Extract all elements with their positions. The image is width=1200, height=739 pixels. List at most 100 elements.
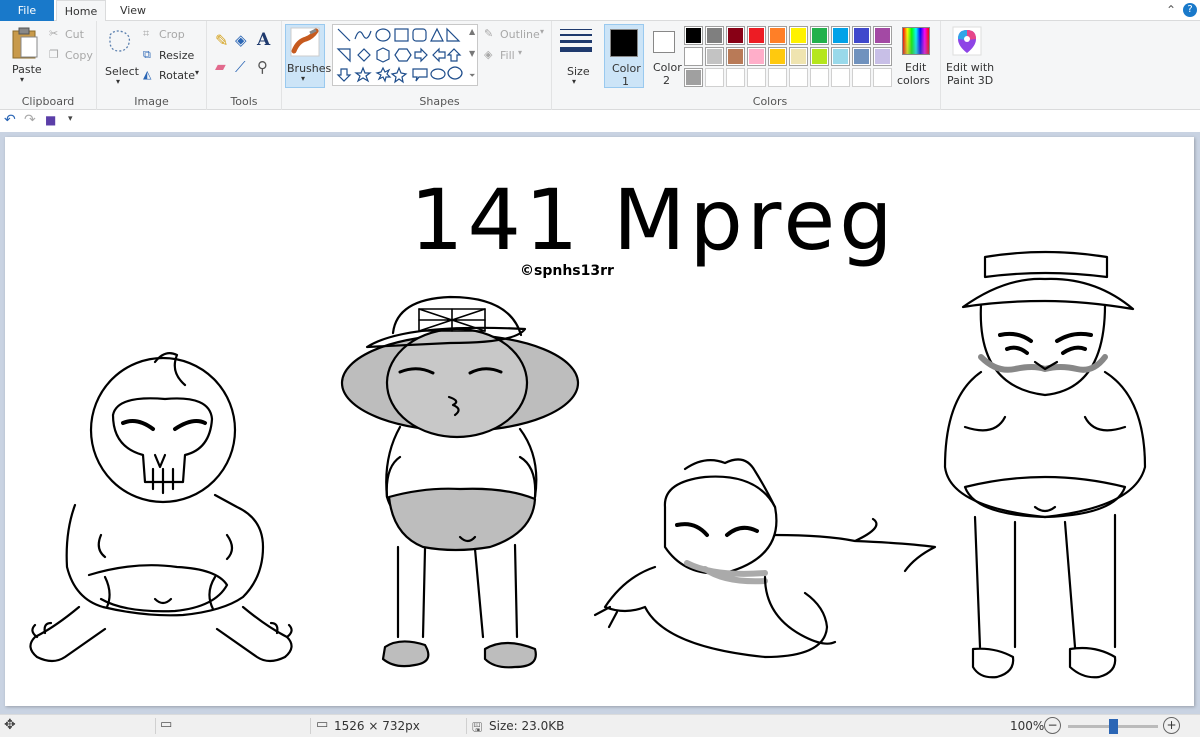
palette-swatch[interactable] xyxy=(768,47,787,66)
palette-swatch[interactable] xyxy=(810,47,829,66)
palette-swatch[interactable] xyxy=(726,68,745,87)
palette-swatch[interactable] xyxy=(705,68,724,87)
collapse-ribbon-icon[interactable]: ⌃ xyxy=(1166,3,1176,17)
select-button[interactable]: Select ▾ xyxy=(103,25,139,87)
drawing: 141 Mpreg ©spnhs13rr xyxy=(29,171,1147,679)
zoom-out-button[interactable]: − xyxy=(1044,717,1061,734)
palette-swatch[interactable] xyxy=(789,26,808,45)
customize-qat-icon[interactable]: ▾ xyxy=(68,114,73,124)
brushes-button[interactable]: Brushes ▾ xyxy=(285,24,331,88)
size-button[interactable]: Size ▾ xyxy=(556,25,596,87)
undo-icon[interactable]: ↶ xyxy=(4,112,16,128)
gallery-expand-icon[interactable]: ⏷ xyxy=(469,71,475,81)
copy-icon: ❐ xyxy=(49,48,59,61)
palette-swatch[interactable] xyxy=(768,26,787,45)
fill-icon: ◈ xyxy=(484,48,493,61)
brushes-label: Brushes xyxy=(287,62,332,75)
zoom-slider-thumb[interactable] xyxy=(1108,719,1118,734)
outline-icon: ✎ xyxy=(484,27,494,40)
gallery-scroll-up-icon[interactable]: ▲ xyxy=(469,27,475,36)
palette-swatch[interactable] xyxy=(747,26,766,45)
tools-group-label: Tools xyxy=(230,95,258,108)
shapes-group-label: Shapes xyxy=(419,95,460,108)
copy-label: Copy xyxy=(65,49,93,62)
help-icon[interactable]: ? xyxy=(1183,3,1197,17)
shapes-gallery-icons xyxy=(336,27,463,84)
tab-view[interactable]: View xyxy=(110,0,156,21)
text-tool-icon[interactable]: A xyxy=(257,30,270,50)
zoom-in-button[interactable]: + xyxy=(1163,717,1180,734)
fill-label: Fill xyxy=(500,49,515,62)
rotate-dropdown-icon: ▾ xyxy=(195,68,200,77)
palette-swatch[interactable] xyxy=(705,47,724,66)
tab-file[interactable]: File xyxy=(0,0,54,21)
select-icon xyxy=(109,30,131,52)
drawing-canvas[interactable]: 141 Mpreg ©spnhs13rr xyxy=(5,137,1194,706)
color2-button[interactable]: Color 2 xyxy=(646,24,686,88)
colors-group-label: Colors xyxy=(752,95,788,108)
paste-dropdown-icon: ▾ xyxy=(20,75,25,84)
cut-label: Cut xyxy=(65,28,84,41)
palette-swatch[interactable] xyxy=(684,47,703,66)
shapes-gallery[interactable]: ▲ ▼ ⏷ xyxy=(332,24,478,86)
magnifier-icon[interactable]: ⚲ xyxy=(257,58,268,76)
edit-with-paint3d-button[interactable]: Edit with Paint 3D xyxy=(943,24,994,88)
canvas-size-icon: ▭ xyxy=(316,717,329,732)
color1-button[interactable]: Color 1 xyxy=(604,24,644,88)
palette-swatch[interactable] xyxy=(873,26,892,45)
paint3d-group: Edit with Paint 3D xyxy=(940,21,994,110)
edit-colors-label-2: colors xyxy=(897,74,930,87)
gallery-scroll-down-icon[interactable]: ▼ xyxy=(469,49,475,58)
palette-swatch[interactable] xyxy=(873,68,892,87)
palette-swatch[interactable] xyxy=(768,68,787,87)
palette-swatch[interactable] xyxy=(789,47,808,66)
palette-swatch[interactable] xyxy=(831,68,850,87)
drawing-title: 141 Mpreg xyxy=(410,171,897,269)
canvas-area: 141 Mpreg ©spnhs13rr xyxy=(0,132,1200,714)
file-size: Size: 23.0KB xyxy=(489,719,565,733)
palette-swatch[interactable] xyxy=(705,26,724,45)
tab-home[interactable]: Home xyxy=(56,0,106,22)
palette-swatch[interactable] xyxy=(747,47,766,66)
palette-swatch[interactable] xyxy=(810,68,829,87)
outline-dropdown-icon: ▾ xyxy=(540,27,545,36)
resize-label: Resize xyxy=(159,49,195,62)
palette-swatch[interactable] xyxy=(831,26,850,45)
resize-icon: ⧉ xyxy=(143,48,151,61)
resize-button[interactable]: ⧉ Resize xyxy=(143,48,203,64)
color-picker-icon[interactable]: ⟋ xyxy=(235,58,246,76)
fill-bucket-icon[interactable]: ◈ xyxy=(235,31,247,49)
palette-swatch[interactable] xyxy=(684,26,703,45)
brush-icon xyxy=(290,27,320,57)
save-icon[interactable]: ■ xyxy=(45,113,56,127)
palette-swatch[interactable] xyxy=(747,68,766,87)
palette-swatch[interactable] xyxy=(873,47,892,66)
palette-swatch[interactable] xyxy=(852,68,871,87)
status-divider xyxy=(155,718,156,734)
fill-button[interactable]: ◈ Fill ▾ xyxy=(484,48,548,64)
color1-number: 1 xyxy=(622,75,629,88)
palette-swatch[interactable] xyxy=(684,68,703,87)
palette-swatch[interactable] xyxy=(852,26,871,45)
character-hat-mustache xyxy=(943,250,1147,679)
paste-button[interactable]: Paste ▾ xyxy=(6,25,44,87)
eraser-icon[interactable]: ▰ xyxy=(215,59,226,75)
outline-label: Outline xyxy=(500,28,540,41)
clipboard-group-label: Clipboard xyxy=(21,95,75,108)
outline-button[interactable]: ✎ Outline ▾ xyxy=(484,27,548,43)
palette-swatch[interactable] xyxy=(789,68,808,87)
copy-button[interactable]: ❐ Copy xyxy=(49,48,94,64)
palette-swatch[interactable] xyxy=(726,26,745,45)
rotate-button[interactable]: ◭ Rotate ▾ xyxy=(143,68,203,84)
palette-swatch[interactable] xyxy=(852,47,871,66)
clipboard-group: Paste ▾ ✂ Cut ❐ Copy Clipboard xyxy=(0,21,97,110)
cut-button[interactable]: ✂ Cut xyxy=(49,27,94,43)
palette-swatch[interactable] xyxy=(810,26,829,45)
zoom-slider[interactable] xyxy=(1068,719,1158,734)
palette-swatch[interactable] xyxy=(831,47,850,66)
crop-button[interactable]: ⌗ Crop xyxy=(143,27,203,43)
pencil-icon[interactable]: ✎ xyxy=(215,31,228,50)
edit-colors-button[interactable]: Edit colors xyxy=(896,24,936,88)
redo-icon[interactable]: ↷ xyxy=(24,112,36,128)
palette-swatch[interactable] xyxy=(726,47,745,66)
